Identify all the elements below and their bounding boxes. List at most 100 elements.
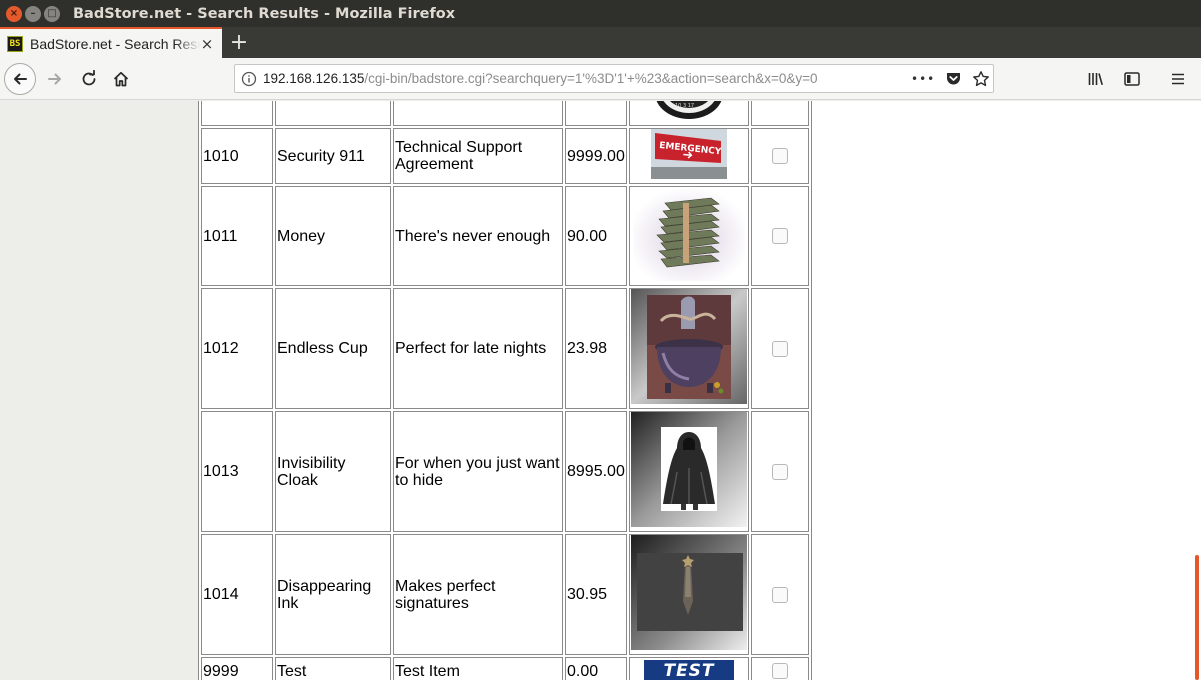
- tab-badstore[interactable]: BS BadStore.net - Search Results ×: [0, 27, 222, 58]
- item-description-cell: Makes perfect signatures: [393, 534, 563, 655]
- ink-pen-image: [631, 535, 747, 650]
- home-icon: [113, 71, 129, 86]
- hamburger-menu-icon: [1172, 73, 1184, 85]
- item-name-cell: Test: [275, 657, 391, 680]
- library-button[interactable]: [1081, 64, 1111, 94]
- tab-title: BadStore.net - Search Results: [30, 35, 200, 52]
- menu-button[interactable]: [1163, 64, 1193, 94]
- item-description-cell: [393, 101, 563, 126]
- item-image-cell: [629, 534, 749, 655]
- home-button[interactable]: [106, 64, 136, 94]
- cloak-image: [631, 412, 747, 527]
- item-select-cell: [751, 186, 809, 286]
- window-titlebar: × – □ BadStore.net - Search Results - Mo…: [0, 0, 1201, 27]
- item-description-cell: Perfect for late nights: [393, 288, 563, 409]
- cauldron-cup-image: [631, 289, 747, 404]
- forward-button[interactable]: [40, 64, 70, 94]
- item-select-cell: [751, 534, 809, 655]
- page-viewport[interactable]: 10 3 17 1010 Security 911 Technical Supp…: [0, 101, 1201, 680]
- item-id-cell: [201, 101, 273, 126]
- item-price-cell: 9999.00: [565, 128, 627, 184]
- table-row: 1012 Endless Cup Perfect for late nights…: [201, 288, 809, 409]
- item-image-cell: EMERGENCY: [629, 128, 749, 184]
- pocket-icon[interactable]: [945, 70, 962, 87]
- table-row: 1013 Invisibility Cloak For when you jus…: [201, 411, 809, 532]
- item-image-cell: [629, 186, 749, 286]
- sidebar-icon: [1124, 72, 1140, 86]
- window-title: BadStore.net - Search Results - Mozilla …: [73, 5, 456, 22]
- back-button[interactable]: [4, 62, 36, 95]
- reload-icon: [82, 69, 96, 85]
- clock-image: 10 3 17: [656, 101, 722, 119]
- bookmark-star-icon[interactable]: [972, 70, 990, 88]
- url-bar[interactable]: 192.168.126.135/cgi-bin/badstore.cgi?sea…: [234, 64, 994, 93]
- item-select-checkbox[interactable]: [772, 663, 788, 680]
- item-description-cell: Test Item: [393, 657, 563, 680]
- table-row: 10 3 17: [201, 101, 809, 126]
- test-banner-image: TEST: [644, 659, 734, 680]
- item-image-cell: [629, 288, 749, 409]
- item-description-cell: For when you just want to hide: [393, 411, 563, 532]
- sidebar-button[interactable]: [1117, 64, 1147, 94]
- item-price-cell: [565, 101, 627, 126]
- table-row: 1010 Security 911 Technical Support Agre…: [201, 128, 809, 184]
- new-tab-button[interactable]: +: [222, 27, 256, 58]
- forward-arrow-icon: [48, 73, 61, 84]
- item-price-cell: 30.95: [565, 534, 627, 655]
- page-actions-more-icon[interactable]: •••: [911, 72, 935, 86]
- svg-text:10 3 17: 10 3 17: [675, 103, 694, 109]
- item-select-cell: [751, 657, 809, 680]
- table-row: 1011 Money There's never enough 90.00: [201, 186, 809, 286]
- item-image-cell: TEST: [629, 657, 749, 680]
- item-name-cell: Endless Cup: [275, 288, 391, 409]
- scrollbar-thumb[interactable]: [1195, 555, 1199, 680]
- item-price-cell: 23.98: [565, 288, 627, 409]
- item-name-cell: Disappearing Ink: [275, 534, 391, 655]
- url-path: /cgi-bin/badstore.cgi?searchquery=1'%3D'…: [364, 71, 818, 86]
- item-id-cell: 9999: [201, 657, 273, 680]
- item-price-cell: 90.00: [565, 186, 627, 286]
- url-text[interactable]: 192.168.126.135/cgi-bin/badstore.cgi?sea…: [263, 71, 905, 86]
- item-id-cell: 1012: [201, 288, 273, 409]
- item-price-cell: 8995.00: [565, 411, 627, 532]
- item-id-cell: 1014: [201, 534, 273, 655]
- emergency-sign-image: EMERGENCY: [651, 129, 727, 179]
- tab-close-icon[interactable]: ×: [200, 35, 214, 53]
- item-name-cell: Invisibility Cloak: [275, 411, 391, 532]
- item-select-cell: [751, 288, 809, 409]
- search-results-table: 10 3 17 1010 Security 911 Technical Supp…: [198, 101, 812, 680]
- table-row: 1014 Disappearing Ink Makes perfect sign…: [201, 534, 809, 655]
- window-close-icon[interactable]: ×: [6, 5, 22, 22]
- info-icon: [241, 71, 257, 86]
- item-image-cell: [629, 411, 749, 532]
- item-id-cell: 1013: [201, 411, 273, 532]
- item-id-cell: 1011: [201, 186, 273, 286]
- item-description-cell: Technical Support Agreement: [393, 128, 563, 184]
- item-select-cell: [751, 411, 809, 532]
- library-icon: [1088, 73, 1103, 86]
- site-info-button[interactable]: [235, 71, 263, 87]
- test-banner-text: TEST: [663, 660, 715, 680]
- item-name-cell: [275, 101, 391, 126]
- item-select-checkbox[interactable]: [772, 463, 788, 480]
- back-arrow-icon: [14, 73, 27, 84]
- item-image-cell: 10 3 17: [629, 101, 749, 126]
- item-description-cell: There's never enough: [393, 186, 563, 286]
- money-stack-image: [633, 187, 745, 281]
- item-price-cell: 0.00: [565, 657, 627, 680]
- item-name-cell: Security 911: [275, 128, 391, 184]
- window-maximize-icon[interactable]: □: [44, 5, 60, 22]
- item-id-cell: 1010: [201, 128, 273, 184]
- tab-strip: BS BadStore.net - Search Results × +: [0, 27, 1201, 58]
- item-name-cell: Money: [275, 186, 391, 286]
- window-minimize-icon[interactable]: –: [25, 5, 41, 22]
- reload-button[interactable]: [74, 64, 104, 94]
- item-select-checkbox[interactable]: [772, 586, 788, 603]
- item-select-cell: [751, 128, 809, 184]
- item-select-checkbox[interactable]: [772, 340, 788, 357]
- table-row: 9999 Test Test Item 0.00 TEST: [201, 657, 809, 680]
- url-host: 192.168.126.135: [263, 71, 365, 86]
- item-select-checkbox[interactable]: [772, 228, 788, 245]
- item-select-checkbox[interactable]: [772, 148, 788, 165]
- item-select-cell: [751, 101, 809, 126]
